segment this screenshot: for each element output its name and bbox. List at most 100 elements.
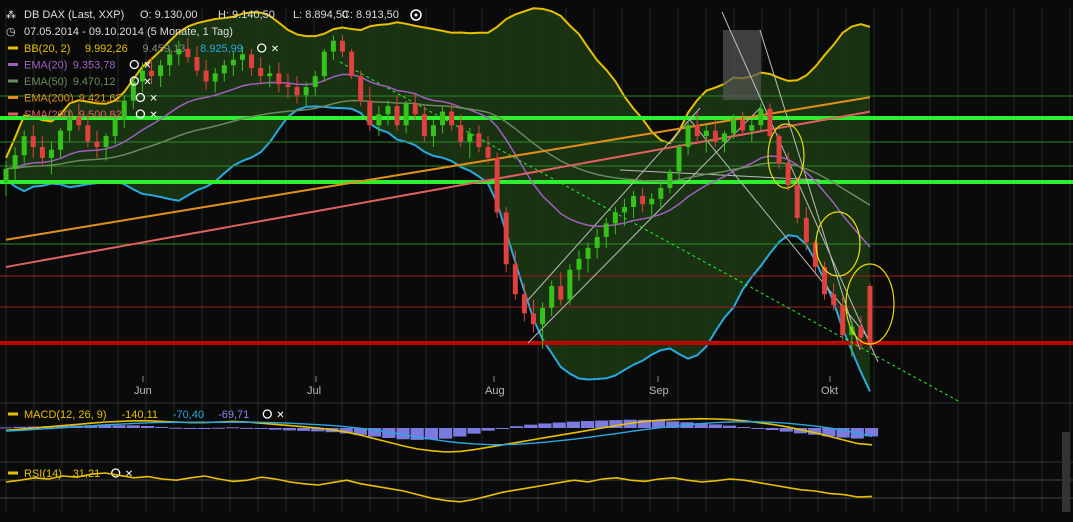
candle-body[interactable] (530, 313, 536, 325)
macd-histogram-bar (737, 427, 751, 429)
candle-body[interactable] (358, 76, 364, 101)
candle-body[interactable] (540, 307, 546, 325)
close-icon[interactable]: ✕ (125, 469, 133, 480)
candle-body[interactable] (767, 108, 773, 137)
candle-body[interactable] (758, 108, 764, 126)
candle-body[interactable] (476, 133, 482, 148)
candle-body[interactable] (512, 264, 518, 295)
candle-body[interactable] (558, 286, 564, 300)
candle-body[interactable] (794, 185, 800, 218)
candle-body[interactable] (567, 269, 573, 300)
candle-body[interactable] (721, 133, 727, 142)
candle-body[interactable] (58, 130, 64, 150)
close-icon[interactable]: ✕ (149, 94, 157, 105)
candle-body[interactable] (203, 70, 209, 82)
candle-body[interactable] (30, 136, 36, 148)
candle-body[interactable] (303, 87, 309, 96)
candle-body[interactable] (740, 119, 746, 131)
candle-body[interactable] (312, 76, 318, 88)
candle-body[interactable] (667, 171, 673, 188)
candle-body[interactable] (321, 51, 327, 77)
candle-body[interactable] (603, 223, 609, 237)
candle-body[interactable] (39, 147, 45, 158)
candle-body[interactable] (612, 212, 618, 224)
candle-body[interactable] (285, 84, 291, 88)
candle-body[interactable] (467, 133, 473, 142)
candle-body[interactable] (458, 125, 464, 142)
chart-type-icon[interactable]: ⁂ (6, 9, 16, 21)
candle-body[interactable] (103, 136, 109, 148)
close-icon[interactable]: ✕ (276, 410, 284, 421)
candle-body[interactable] (694, 125, 700, 137)
candle-body[interactable] (94, 141, 100, 148)
candle-body[interactable] (631, 196, 637, 207)
candle-body[interactable] (731, 119, 737, 134)
candle-body[interactable] (503, 212, 509, 265)
candle-body[interactable] (521, 294, 527, 314)
candle-body[interactable] (212, 73, 218, 82)
candle-body[interactable] (640, 196, 646, 205)
candle-body[interactable] (385, 106, 391, 115)
candle-body[interactable] (12, 155, 18, 169)
candle-body[interactable] (858, 326, 864, 338)
candle-body[interactable] (749, 125, 755, 131)
legend-4-label: SMA(200) (24, 109, 74, 121)
candle-body[interactable] (867, 286, 873, 346)
scrollbar[interactable] (1062, 432, 1070, 512)
candle-body[interactable] (267, 73, 273, 77)
candle-body[interactable] (703, 130, 709, 137)
macd-histogram-bar (495, 428, 509, 429)
candle-body[interactable] (585, 247, 591, 259)
candle-body[interactable] (112, 119, 118, 137)
candle-body[interactable] (831, 294, 837, 306)
candle-body[interactable] (185, 48, 191, 58)
candle-body[interactable] (440, 111, 446, 126)
candle-body[interactable] (576, 258, 582, 270)
candle-body[interactable] (48, 149, 54, 158)
candle-body[interactable] (3, 168, 9, 183)
candle-body[interactable] (594, 236, 600, 248)
candle-body[interactable] (258, 67, 264, 77)
close-icon[interactable]: ✕ (149, 110, 157, 121)
candle-body[interactable] (430, 125, 436, 137)
candle-body[interactable] (330, 40, 336, 52)
candle-body[interactable] (649, 198, 655, 205)
close-icon[interactable]: ✕ (271, 44, 279, 55)
candle-body[interactable] (194, 57, 200, 71)
close-icon[interactable]: ✕ (143, 61, 151, 72)
candle-body[interactable] (349, 51, 355, 77)
candle-body[interactable] (376, 114, 382, 126)
candle-body[interactable] (785, 163, 791, 186)
candle-body[interactable] (239, 54, 245, 60)
candle-body[interactable] (776, 136, 782, 164)
candle-body[interactable] (412, 103, 418, 115)
candle-body[interactable] (658, 187, 664, 199)
candle-body[interactable] (221, 65, 227, 74)
candle-body[interactable] (367, 100, 373, 126)
candle-body[interactable] (494, 157, 500, 213)
candle-body[interactable] (712, 130, 718, 142)
candle-body[interactable] (276, 73, 282, 85)
close-icon[interactable]: ✕ (143, 77, 151, 88)
candle-body[interactable] (685, 125, 691, 148)
candle-body[interactable] (421, 114, 427, 137)
candle-body[interactable] (230, 59, 236, 66)
candle-body[interactable] (21, 136, 27, 156)
candle-body[interactable] (394, 106, 400, 126)
candle-body[interactable] (676, 147, 682, 172)
candle-body[interactable] (249, 54, 255, 68)
candle-body[interactable] (403, 103, 409, 126)
candle-body[interactable] (167, 54, 173, 66)
candle-body[interactable] (121, 100, 127, 120)
candle-body[interactable] (803, 217, 809, 243)
candle-body[interactable] (840, 305, 846, 336)
candle-body[interactable] (549, 286, 555, 308)
candle-body[interactable] (485, 147, 491, 158)
candle-body[interactable] (449, 111, 455, 126)
candle-body[interactable] (149, 70, 155, 77)
candle-body[interactable] (158, 65, 164, 77)
candle-body[interactable] (340, 40, 346, 52)
candle-body[interactable] (294, 87, 300, 96)
candle-body[interactable] (621, 206, 627, 213)
candle-body[interactable] (85, 125, 91, 142)
